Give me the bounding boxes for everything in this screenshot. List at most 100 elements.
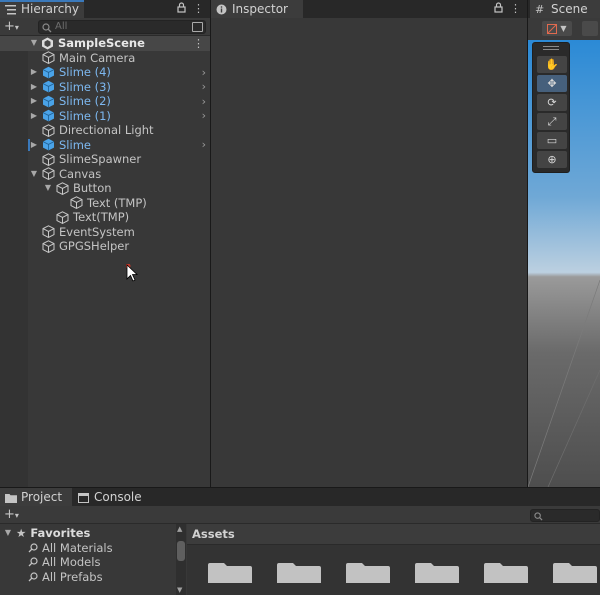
favorites-scrollbar[interactable]: ▲ ▼ [176, 524, 186, 595]
asset-folder-icon[interactable] [208, 563, 252, 583]
expand-arrow-icon[interactable]: ▼ [4, 529, 12, 537]
hierarchy-item-label: Text (TMP) [87, 195, 147, 210]
lock-icon[interactable] [177, 2, 186, 16]
prefab-cube-icon [42, 95, 55, 108]
hierarchy-tab-controls: ⋮ [177, 2, 204, 16]
assets-view: Assets [187, 524, 600, 595]
scroll-up-icon[interactable]: ▲ [177, 525, 182, 533]
favorites-header[interactable]: ▼ ★ Favorites [0, 526, 186, 541]
hierarchy-item[interactable]: GPGSHelper [0, 239, 210, 254]
chevron-right-icon[interactable]: › [202, 138, 206, 151]
project-search-input[interactable] [530, 509, 600, 522]
asset-folder-icon[interactable] [484, 563, 528, 583]
hierarchy-item[interactable]: Text(TMP) [0, 210, 210, 225]
expand-arrow-icon[interactable]: ▼ [30, 39, 38, 47]
find-references-icon[interactable] [192, 22, 203, 32]
gameobject-cube-icon [42, 167, 55, 181]
tab-console[interactable]: Console [73, 488, 143, 506]
favorites-item[interactable]: All Models [0, 555, 186, 570]
scene-tabbar: # Scene [528, 0, 600, 18]
asset-folder-icon[interactable] [553, 563, 597, 583]
tab-console-label: Console [94, 490, 142, 504]
search-placeholder: All [55, 21, 68, 32]
hierarchy-item[interactable]: Text (TMP) [0, 196, 210, 211]
rotate-tool[interactable]: ⟳ [537, 94, 567, 111]
scene-name: SampleScene [58, 36, 145, 51]
hierarchy-item[interactable]: ▶ Slime › [0, 138, 210, 153]
tab-project[interactable]: Project [0, 488, 72, 506]
tab-hierarchy[interactable]: Hierarchy [0, 0, 84, 18]
create-dropdown-button[interactable]: +▾ [4, 19, 19, 34]
chevron-right-icon[interactable]: › [202, 109, 206, 122]
assets-breadcrumb[interactable]: Assets [187, 524, 600, 545]
scene-tools-overlay: ✋ ✥ ⟳ ⤢ ▭ ⊕ [532, 42, 570, 173]
create-dropdown-button[interactable]: +▾ [4, 507, 19, 522]
favorites-item[interactable]: All Prefabs [0, 570, 186, 585]
asset-folder-icon[interactable] [277, 563, 321, 583]
override-marker [28, 138, 30, 151]
gameobject-cube-icon [56, 181, 69, 195]
hierarchy-item[interactable]: Directional Light [0, 123, 210, 138]
favorites-item-label: All Materials [42, 540, 113, 555]
expand-arrow-icon[interactable]: ▶ [30, 68, 38, 76]
favorites-item[interactable]: All Materials [0, 541, 186, 556]
hierarchy-item[interactable]: ▶ Slime (1) › [0, 109, 210, 124]
list-icon [5, 4, 16, 15]
tab-scene-label: Scene [551, 2, 588, 16]
hierarchy-item[interactable]: ▶ Slime (3) › [0, 80, 210, 95]
hierarchy-item-label: Directional Light [59, 123, 154, 138]
asset-folder-icon[interactable] [415, 563, 459, 583]
hierarchy-search-input[interactable]: All [38, 20, 206, 34]
gameobject-cube-icon [56, 210, 69, 224]
scrollbar-thumb[interactable] [177, 541, 185, 561]
gameobject-cube-icon [70, 196, 83, 210]
search-icon [534, 510, 543, 524]
collapse-arrow-icon[interactable]: ▼ [44, 184, 52, 192]
chevron-down-icon: ▼ [560, 24, 567, 33]
scroll-down-icon[interactable]: ▼ [177, 586, 182, 594]
overlay-drag-handle[interactable] [543, 46, 559, 50]
transform-tool[interactable]: ⊕ [537, 151, 567, 168]
tab-inspector[interactable]: Inspector [211, 0, 303, 18]
expand-arrow-icon[interactable]: ▶ [30, 97, 38, 105]
tool-handle-dropdown[interactable]: ▼ [542, 21, 572, 36]
hierarchy-item[interactable]: Main Camera [0, 51, 210, 66]
more-options-icon[interactable]: ⋮ [193, 2, 204, 16]
hierarchy-item[interactable]: SlimeSpawner [0, 152, 210, 167]
chevron-right-icon[interactable]: › [202, 66, 206, 79]
chevron-right-icon[interactable]: › [202, 80, 206, 93]
scene-row[interactable]: ▼ SampleScene ⋮ [0, 36, 210, 51]
expand-arrow-icon[interactable]: ▶ [30, 111, 38, 120]
scene-menu-icon[interactable]: ⋮ [193, 37, 204, 50]
hierarchy-item-label: Button [73, 181, 112, 196]
hierarchy-item[interactable]: ▼ Button [0, 181, 210, 196]
pivot-icon [547, 23, 558, 34]
hierarchy-item[interactable]: ▶ Slime (4) › [0, 65, 210, 80]
tab-scene[interactable]: # Scene [530, 0, 600, 18]
console-icon [78, 492, 89, 503]
rect-tool[interactable]: ▭ [537, 132, 567, 149]
hierarchy-item-label: Text(TMP) [73, 210, 130, 225]
hand-tool[interactable]: ✋ [537, 56, 567, 73]
move-tool[interactable]: ✥ [537, 75, 567, 92]
scale-tool[interactable]: ⤢ [537, 113, 567, 130]
assets-label: Assets [192, 527, 235, 541]
hierarchy-item[interactable]: ▶ Slime (2) › [0, 94, 210, 109]
star-icon: ★ [16, 526, 27, 541]
expand-arrow-icon[interactable]: ▶ [30, 82, 38, 91]
mouse-cursor-icon [126, 264, 138, 282]
cube-orientation-icon[interactable] [582, 21, 598, 36]
hierarchy-item[interactable]: ▼ Canvas [0, 167, 210, 182]
chevron-right-icon[interactable]: › [202, 95, 206, 108]
lock-icon[interactable] [494, 2, 503, 16]
asset-folder-icon[interactable] [346, 563, 390, 583]
collapse-arrow-icon[interactable]: ▼ [30, 169, 38, 178]
gameobject-cube-icon [42, 123, 55, 137]
hierarchy-item[interactable]: EventSystem [0, 225, 210, 240]
hierarchy-tabbar: Hierarchy ⋮ [0, 0, 210, 18]
expand-arrow-icon[interactable]: ▶ [30, 140, 38, 149]
more-options-icon[interactable]: ⋮ [510, 2, 521, 16]
